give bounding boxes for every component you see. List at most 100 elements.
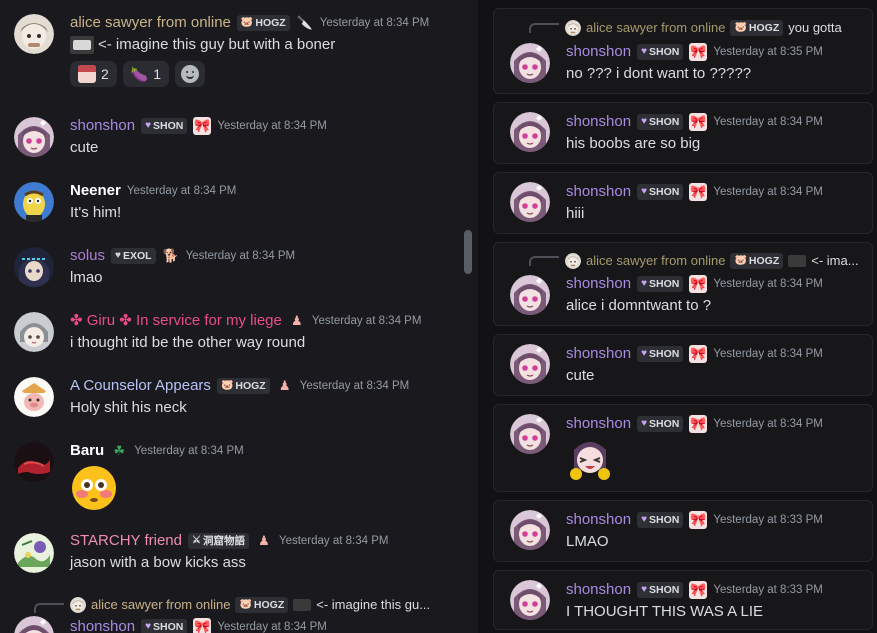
clover-icon: ☘ — [113, 443, 126, 458]
avatar[interactable] — [510, 344, 550, 384]
sticker-icon: 🎀 — [689, 415, 708, 433]
reply-avatar — [565, 20, 581, 36]
timestamp[interactable]: Yesterday at 8:34 PM — [127, 181, 237, 201]
avatar[interactable] — [14, 312, 54, 352]
username[interactable]: shonshon — [566, 414, 631, 434]
avatar[interactable] — [510, 275, 550, 315]
username[interactable]: alice sawyer from online — [70, 13, 231, 33]
message-header: shonshon ♥ SHON 🎀 Yesterday at 8:34 PM — [566, 274, 823, 294]
username[interactable]: shonshon — [566, 112, 631, 132]
message-content: Holy shit his neck — [70, 399, 187, 416]
username[interactable]: shonshon — [566, 182, 631, 202]
timestamp[interactable]: Yesterday at 8:35 PM — [713, 42, 823, 62]
avatar[interactable] — [14, 14, 54, 54]
username[interactable]: Neener — [70, 181, 121, 201]
avatar[interactable] — [14, 247, 54, 287]
guild-tag[interactable]: ♥ SHON — [637, 416, 684, 432]
username[interactable]: shonshon — [70, 116, 135, 136]
message-content: hiii — [566, 205, 585, 222]
avatar[interactable] — [510, 43, 550, 83]
guild-tag[interactable]: ⚔ 洞窟物語 — [187, 533, 249, 549]
guild-tag[interactable]: ♥ EXOL — [111, 248, 156, 264]
avatar[interactable] — [14, 117, 54, 157]
search-result-card[interactable]: alice sawyer from online 🐷 HOGZ <- ima...… — [493, 242, 873, 326]
username[interactable]: shonshon — [566, 274, 631, 294]
heart-tag-icon: ♥ — [641, 186, 647, 197]
message-giru: ✤ Giru ✤ In service for my liege ♟ Yeste… — [0, 300, 470, 360]
reaction-anime-face[interactable]: 2 — [70, 61, 117, 87]
avatar[interactable] — [14, 533, 54, 573]
username[interactable]: shonshon — [566, 42, 631, 62]
reply-preview[interactable]: alice sawyer from online 🐷 HOGZ you gotta — [565, 20, 842, 36]
message-content: <- imagine this guy but with a boner — [70, 35, 335, 55]
reaction-eggplant[interactable]: 🍆 1 — [122, 61, 170, 87]
username[interactable]: STARCHY friend — [70, 531, 182, 551]
timestamp[interactable]: Yesterday at 8:34 PM — [186, 246, 296, 266]
guild-tag[interactable]: ♥ SHON — [141, 619, 188, 633]
guild-tag[interactable]: ♥ SHON — [637, 346, 684, 362]
search-result-card[interactable]: shonshon ♥ SHON 🎀 Yesterday at 8:34 PM hi… — [493, 102, 873, 164]
timestamp[interactable]: Yesterday at 8:34 PM — [134, 441, 244, 461]
timestamp[interactable]: Yesterday at 8:34 PM — [320, 13, 430, 33]
search-result-card[interactable]: alice sawyer from online 🐷 HOGZ you gotta… — [493, 8, 873, 94]
avatar[interactable] — [14, 442, 54, 482]
username[interactable]: solus — [70, 246, 105, 266]
search-result-card[interactable]: shonshon ♥ SHON 🎀 Yesterday at 8:34 PM hi… — [493, 172, 873, 234]
avatar[interactable] — [510, 112, 550, 152]
timestamp[interactable]: Yesterday at 8:33 PM — [713, 580, 823, 600]
guild-tag: 🐷 HOGZ — [730, 20, 784, 36]
timestamp[interactable]: Yesterday at 8:34 PM — [713, 414, 823, 434]
guild-tag[interactable]: ♥ SHON — [637, 114, 684, 130]
username[interactable]: shonshon — [566, 344, 631, 364]
username[interactable]: shonshon — [70, 617, 135, 633]
timestamp[interactable]: Yesterday at 8:34 PM — [713, 112, 823, 132]
reply-connector — [529, 256, 559, 266]
avatar[interactable] — [510, 414, 550, 454]
guild-tag[interactable]: ♥ SHON — [637, 44, 684, 60]
timestamp[interactable]: Yesterday at 8:34 PM — [713, 344, 823, 364]
timestamp[interactable]: Yesterday at 8:34 PM — [217, 617, 327, 633]
username[interactable]: shonshon — [566, 580, 631, 600]
message-content: alice i domntwant to ? — [566, 297, 712, 314]
timestamp[interactable]: Yesterday at 8:34 PM — [300, 376, 410, 396]
search-result-card[interactable]: shonshon ♥ SHON 🎀 Yesterday at 8:33 PM LM… — [493, 500, 873, 562]
sticker-icon: 🎀 — [689, 511, 708, 529]
avatar[interactable] — [14, 182, 54, 222]
timestamp[interactable]: Yesterday at 8:34 PM — [217, 116, 327, 136]
guild-tag[interactable]: 🐷 HOGZ — [236, 15, 290, 31]
avatar[interactable] — [14, 616, 54, 633]
username[interactable]: ✤ Giru ✤ In service for my liege — [70, 311, 282, 331]
timestamp[interactable]: Yesterday at 8:34 PM — [713, 182, 823, 202]
guild-tag[interactable]: ♥ SHON — [637, 512, 684, 528]
guild-tag[interactable]: 🐷 HOGZ — [216, 378, 270, 394]
reply-preview[interactable]: alice sawyer from online 🐷 HOGZ <- imagin… — [70, 597, 430, 613]
timestamp[interactable]: Yesterday at 8:33 PM — [713, 510, 823, 530]
anime-sticker[interactable] — [566, 436, 614, 484]
reply-preview[interactable]: alice sawyer from online 🐷 HOGZ <- ima... — [565, 253, 859, 269]
guild-tag[interactable]: ♥ SHON — [141, 118, 188, 134]
guild-tag[interactable]: ♥ SHON — [637, 184, 684, 200]
reply-username: alice sawyer from online — [586, 20, 726, 35]
timestamp[interactable]: Yesterday at 8:34 PM — [312, 311, 422, 331]
timestamp[interactable]: Yesterday at 8:34 PM — [279, 531, 389, 551]
timestamp[interactable]: Yesterday at 8:34 PM — [713, 274, 823, 294]
guild-tag[interactable]: ♥ SHON — [637, 276, 684, 292]
message-header: shonshon ♥ SHON 🎀 Yesterday at 8:34 PM — [70, 116, 327, 136]
guild-tag[interactable]: ♥ SHON — [637, 582, 684, 598]
message-content: lmao — [70, 269, 103, 286]
avatar[interactable] — [14, 377, 54, 417]
avatar[interactable] — [510, 182, 550, 222]
search-result-card[interactable]: shonshon ♥ SHON 🎀 Yesterday at 8:34 PM cu… — [493, 334, 873, 396]
message-content: his boobs are so big — [566, 135, 701, 152]
add-reaction-button[interactable] — [175, 61, 206, 87]
avatar[interactable] — [510, 580, 550, 620]
flushed-emoji[interactable] — [70, 464, 118, 512]
search-result-card[interactable]: shonshon ♥ SHON 🎀 Yesterday at 8:34 PM — [493, 404, 873, 492]
username[interactable]: Baru — [70, 441, 104, 461]
search-result-card[interactable]: shonshon ♥ SHON 🎀 Yesterday at 8:33 PM I … — [493, 570, 873, 630]
anime-face-emoji-icon — [78, 65, 96, 83]
avatar[interactable] — [510, 510, 550, 550]
username[interactable]: shonshon — [566, 510, 631, 530]
username[interactable]: A Counselor Appears — [70, 376, 211, 396]
message-header: alice sawyer from online 🐷 HOGZ 🔪 Yesterd… — [70, 13, 429, 33]
